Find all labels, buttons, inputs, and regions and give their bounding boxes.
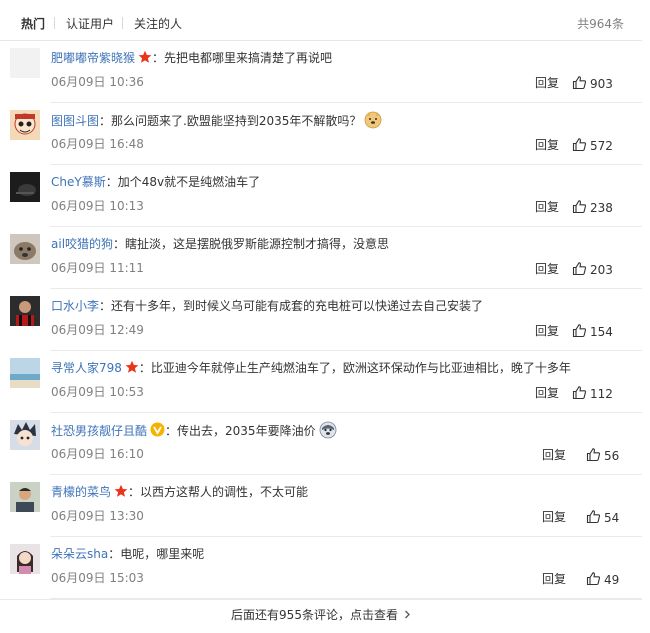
colon-separator: ：: [152, 51, 165, 65]
colon-separator: ：: [138, 361, 151, 375]
comment-time: 06月09日 13:30: [51, 509, 144, 523]
comment-line: 寻常人家798 ：比亚迪今年就停止生产纯燃油车了，欧洲这环保动作与比亚迪相比，晚了…: [51, 359, 571, 377]
reply-button[interactable]: 回复: [535, 323, 559, 339]
like-count: 154: [590, 325, 613, 339]
dog-avatar[interactable]: [10, 234, 40, 264]
comment-username[interactable]: 图图斗图: [51, 114, 99, 128]
reply-button[interactable]: 回复: [535, 261, 559, 277]
comment-text: 比亚迪今年就停止生产纯燃油车了，欧洲这环保动作与比亚迪相比，晚了十多年: [150, 361, 571, 375]
person-avatar[interactable]: [10, 296, 40, 326]
blank-avatar[interactable]: [10, 48, 40, 78]
comment-username[interactable]: CheY慕斯: [51, 175, 106, 189]
comment-line: 肥嘟嘟帝紫晓猴 ：先把电都哪里来搞清楚了再说吧: [51, 49, 332, 67]
comment-time: 06月09日 10:36: [51, 75, 144, 89]
like-count: 572: [590, 139, 613, 153]
red-star-badge-icon: [138, 50, 152, 69]
comment-text: 那么问题来了.欧盟能坚持到2035年不解散吗？: [111, 114, 362, 128]
comment-text: 电呢，哪里来呢: [120, 547, 205, 561]
comment-text: 还有十多年，到时候义乌可能有成套的充电桩可以快递过去自己安装了: [111, 299, 484, 313]
colon-separator: ：: [108, 547, 121, 561]
comment-line: 口水小李：还有十多年，到时候义乌可能有成套的充电桩可以快递过去自己安装了: [51, 297, 483, 315]
comment-item: 朵朵云sha：电呢，哪里来呢 06月09日 15:03 回复 49: [0, 537, 642, 599]
comment-username[interactable]: 口水小李: [51, 299, 99, 313]
comment-text: 传出去，2035年要降油价: [177, 424, 316, 438]
comment-total-count: 共964条: [577, 17, 624, 31]
girl-avatar[interactable]: [10, 544, 40, 574]
colon-separator: ：: [165, 424, 178, 438]
reply-button[interactable]: 回复: [535, 385, 559, 401]
like-count: 238: [590, 201, 613, 215]
comment-username[interactable]: 社恐男孩靓仔且酷: [51, 424, 147, 438]
reply-button[interactable]: 回复: [535, 137, 559, 153]
colon-separator: ：: [128, 485, 141, 499]
comment-time: 06月09日 12:49: [51, 323, 144, 337]
comment-item: 图图斗图：那么问题来了.欧盟能坚持到2035年不解散吗？ 06月09日 16:48…: [0, 103, 642, 165]
load-more-label: 后面还有955条评论，点击查看: [231, 608, 398, 622]
comment-time: 06月09日 16:10: [51, 447, 144, 461]
comment-time: 06月09日 10:53: [51, 385, 144, 399]
comment-item: ail咬猎的狗：瞎扯淡，这是摆脱俄罗斯能源控制才搞得，没意思 06月09日 11:…: [0, 227, 642, 289]
doge-emoji-icon: [364, 111, 382, 134]
comment-item: 寻常人家798 ：比亚迪今年就停止生产纯燃油车了，欧洲这环保动作与比亚迪相比，晚了…: [0, 351, 642, 413]
comment-line: 青檬的菜鸟 ：以西方这帮人的调性，不太可能: [51, 483, 308, 501]
reply-button[interactable]: 回复: [535, 199, 559, 215]
verified-v-badge-icon: [150, 422, 165, 442]
comment-line: ail咬猎的狗：瞎扯淡，这是摆脱俄罗斯能源控制才搞得，没意思: [51, 235, 389, 253]
comment-time: 06月09日 11:11: [51, 261, 144, 275]
reply-button[interactable]: 回复: [542, 571, 566, 587]
comment-username[interactable]: 肥嘟嘟帝紫晓猴: [51, 51, 135, 65]
tab-following[interactable]: 关注的人: [134, 16, 182, 32]
comment-line: 朵朵云sha：电呢，哪里来呢: [51, 545, 204, 563]
reply-button[interactable]: 回复: [542, 509, 566, 525]
anime-avatar[interactable]: [10, 420, 40, 450]
tab-separator: [122, 17, 123, 29]
comment-username[interactable]: ail咬猎的狗: [51, 237, 113, 251]
comment-line: CheY慕斯：加个48v就不是纯燃油车了: [51, 173, 260, 191]
colon-separator: ：: [113, 237, 126, 251]
red-star-badge-icon: [114, 484, 128, 503]
like-count: 56: [604, 449, 620, 463]
man-avatar[interactable]: [10, 482, 40, 512]
dark-avatar[interactable]: [10, 172, 40, 202]
comment-time: 06月09日 10:13: [51, 199, 144, 213]
comment-line: 社恐男孩靓仔且酷 ：传出去，2035年要降油价: [51, 421, 337, 439]
like-count: 112: [590, 387, 613, 401]
cartoon-avatar[interactable]: [10, 110, 40, 140]
chevron-right-icon: [404, 600, 411, 630]
comment-item: 青檬的菜鸟 ：以西方这帮人的调性，不太可能 06月09日 13:30 回复 54: [0, 475, 642, 537]
comment-time: 06月09日 15:03: [51, 571, 144, 585]
colon-separator: ：: [99, 299, 112, 313]
load-more-comments[interactable]: 后面还有955条评论，点击查看: [0, 600, 642, 630]
comment-tabs: 热门 认证用户 关注的人 共964条: [0, 0, 650, 40]
like-count: 903: [590, 77, 613, 91]
comment-text: 以西方这帮人的调性，不太可能: [140, 485, 309, 499]
comment-item: 社恐男孩靓仔且酷 ：传出去，2035年要降油价 06月09日 16:10 回复 56: [0, 413, 642, 475]
reply-button[interactable]: 回复: [535, 75, 559, 91]
husky-emoji-icon: [319, 421, 337, 444]
like-count: 54: [604, 511, 620, 525]
comment-username[interactable]: 朵朵云sha: [51, 547, 108, 561]
comment-line: 图图斗图：那么问题来了.欧盟能坚持到2035年不解散吗？: [51, 111, 382, 129]
comment-text: 加个48v就不是纯燃油车了: [117, 175, 261, 189]
comment-item: CheY慕斯：加个48v就不是纯燃油车了 06月09日 10:13 回复 238: [0, 165, 642, 227]
comment-item: 肥嘟嘟帝紫晓猴 ：先把电都哪里来搞清楚了再说吧 06月09日 10:36 回复 903: [0, 41, 642, 103]
colon-separator: ：: [99, 114, 112, 128]
beach-avatar[interactable]: [10, 358, 40, 388]
red-star-badge-icon: [125, 360, 139, 379]
tab-hot[interactable]: 热门: [21, 16, 45, 32]
comment-item: 口水小李：还有十多年，到时候义乌可能有成套的充电桩可以快递过去自己安装了 06月0…: [0, 289, 642, 351]
comment-text: 先把电都哪里来搞清楚了再说吧: [164, 51, 333, 65]
tab-separator: [54, 17, 55, 29]
colon-separator: ：: [105, 175, 118, 189]
comment-username[interactable]: 寻常人家798: [51, 361, 122, 375]
comment-username[interactable]: 青檬的菜鸟: [51, 485, 111, 499]
tab-verified-users[interactable]: 认证用户: [66, 16, 114, 32]
comment-time: 06月09日 16:48: [51, 137, 144, 151]
like-count: 203: [590, 263, 613, 277]
comment-text: 瞎扯淡，这是摆脱俄罗斯能源控制才搞得，没意思: [125, 237, 390, 251]
like-count: 49: [604, 573, 620, 587]
reply-button[interactable]: 回复: [542, 447, 566, 463]
comment-list: 肥嘟嘟帝紫晓猴 ：先把电都哪里来搞清楚了再说吧 06月09日 10:36 回复 903 图…: [0, 41, 642, 599]
